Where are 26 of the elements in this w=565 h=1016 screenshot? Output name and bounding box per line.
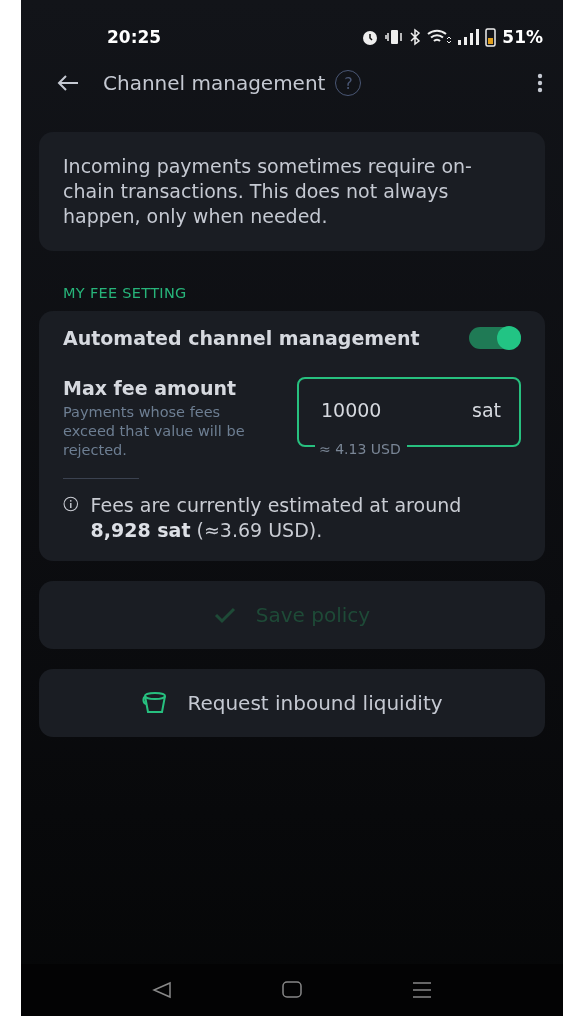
- toggle-label: Automated channel management: [63, 327, 420, 349]
- section-heading: MY FEE SETTING: [63, 285, 188, 301]
- status-time: 20:25: [107, 27, 162, 47]
- bluetooth-icon: [409, 28, 422, 46]
- page-title: Channel management: [103, 71, 326, 95]
- vibrate-icon: [385, 28, 404, 46]
- fee-estimate-text: Fees are currently estimated at around 8,928 sat (≈3.69 USD).: [90, 493, 463, 543]
- max-fee-description: Payments whose fees exceed that value will be rejected.: [63, 403, 246, 460]
- signal-icon: [457, 29, 480, 45]
- info-card: Incoming payments sometimes require on-chain transactions. This does not always happen, only when needed.: [39, 132, 545, 251]
- home-icon[interactable]: [282, 981, 302, 999]
- back-arrow-icon[interactable]: [57, 74, 79, 92]
- wifi-icon: [427, 29, 452, 45]
- converted-amount: ≈ 4.13 USD: [315, 441, 407, 457]
- back-icon[interactable]: [152, 981, 172, 999]
- unit-label: sat: [472, 399, 501, 421]
- menu-icon[interactable]: [412, 981, 432, 999]
- battery-icon: [485, 27, 497, 47]
- more-options-icon[interactable]: [537, 73, 543, 93]
- check-icon: [213, 606, 236, 624]
- alarm-icon: [361, 28, 380, 46]
- max-fee-label: Max fee amount: [63, 377, 238, 399]
- request-button[interactable]: Request inbound liquidity: [39, 669, 545, 737]
- bucket-icon: [141, 691, 168, 715]
- battery-percentage: 51%: [502, 27, 543, 47]
- toggle-switch[interactable]: [469, 327, 521, 349]
